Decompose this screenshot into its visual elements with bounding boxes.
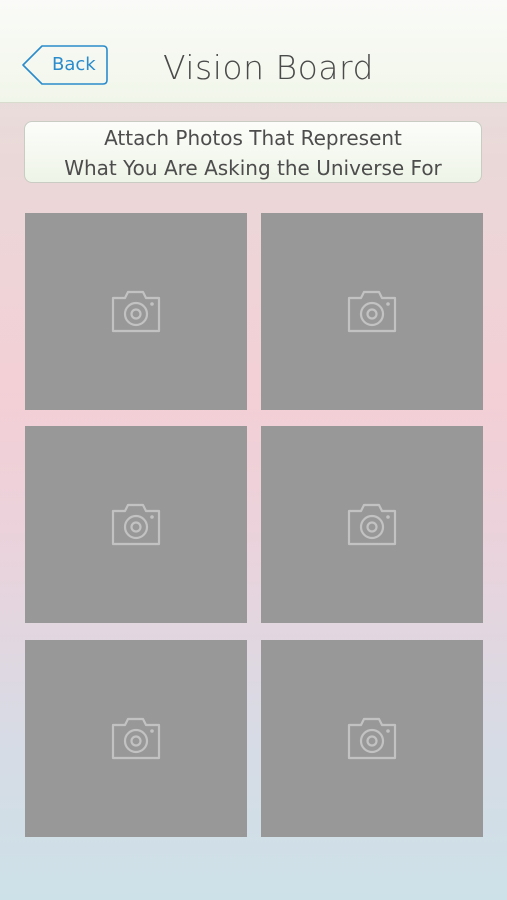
photo-slot-1[interactable] bbox=[25, 213, 247, 410]
camera-icon bbox=[347, 503, 397, 546]
app-header: Back Vision Board bbox=[0, 0, 507, 103]
photo-slot-2[interactable] bbox=[261, 213, 483, 410]
camera-icon bbox=[347, 717, 397, 760]
photo-slot-3[interactable] bbox=[25, 426, 247, 623]
photo-slot-6[interactable] bbox=[261, 640, 483, 837]
page-title: Vision Board bbox=[163, 48, 374, 87]
back-button-label: Back bbox=[52, 54, 96, 75]
instructions-line-1: Attach Photos That Represent bbox=[104, 126, 402, 150]
camera-icon bbox=[347, 290, 397, 333]
camera-icon bbox=[111, 717, 161, 760]
camera-icon bbox=[111, 290, 161, 333]
instructions-line-2: What You Are Asking the Universe For bbox=[64, 156, 442, 180]
camera-icon bbox=[111, 503, 161, 546]
photo-slot-4[interactable] bbox=[261, 426, 483, 623]
back-button[interactable]: Back bbox=[22, 45, 108, 85]
instructions-banner: Attach Photos That Represent What You Ar… bbox=[24, 121, 482, 183]
photo-slot-5[interactable] bbox=[25, 640, 247, 837]
